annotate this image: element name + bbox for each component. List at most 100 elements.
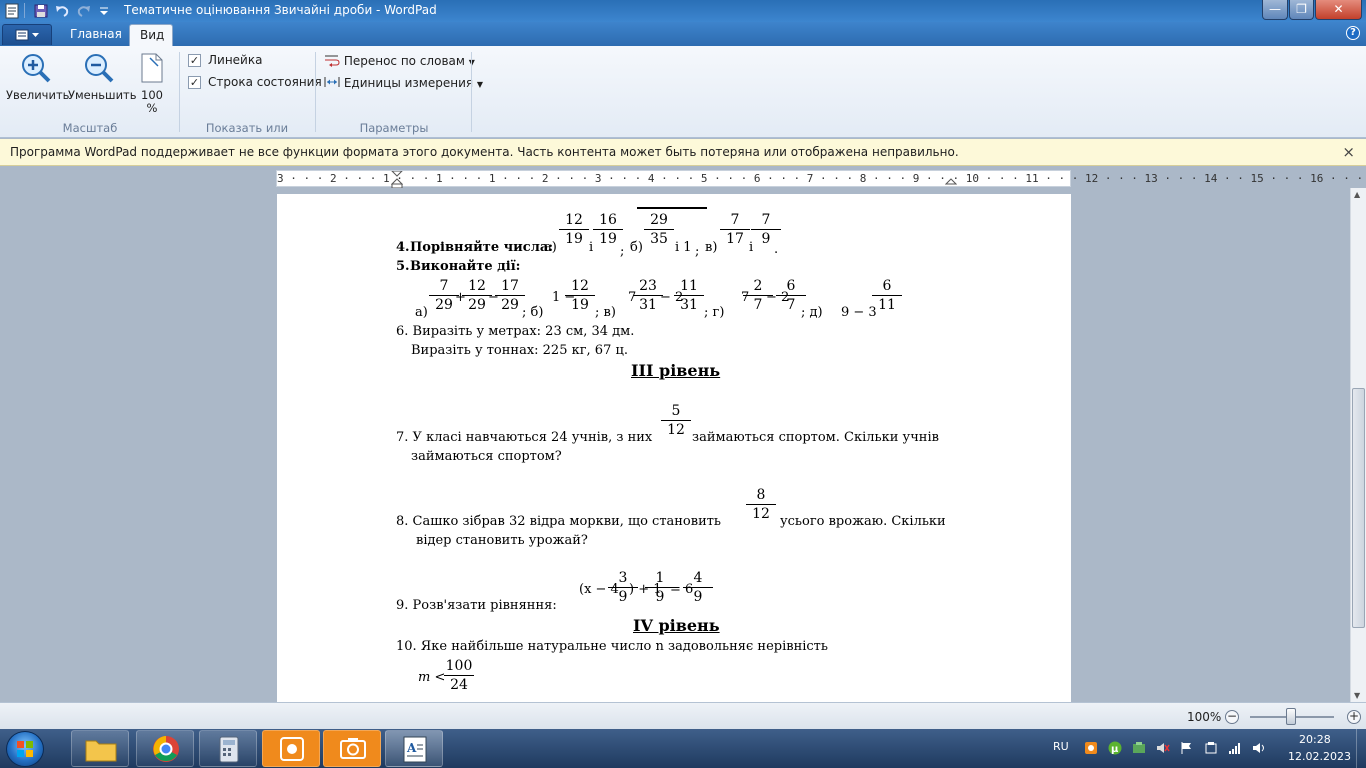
scrollbar-thumb[interactable] [1352, 388, 1365, 628]
zoom-in-button[interactable]: Увеличить [6, 52, 70, 102]
fraction: 6 11 [872, 278, 902, 314]
tab-view[interactable]: Вид [129, 24, 173, 46]
chrome-icon [153, 736, 179, 762]
document-page[interactable]: 4. Порівняйте числа: а) 12 19 і 16 19 ; б)… [277, 194, 1071, 702]
fraction: 49 [683, 570, 713, 606]
maximize-button[interactable]: ❐ [1289, 0, 1314, 20]
start-button[interactable] [6, 731, 44, 767]
zoom-in-label: Увеличить [6, 88, 70, 102]
q4-a: а) [544, 240, 557, 255]
qat-customize-icon[interactable] [96, 3, 112, 19]
taskbar-screenshot-app[interactable] [323, 730, 381, 767]
zoom-out-button[interactable]: Уменьшить [68, 52, 137, 102]
document-area[interactable]: 4. Порівняйте числа: а) 12 19 і 16 19 ; б)… [0, 188, 1350, 702]
q5-b: ; б) [522, 305, 544, 320]
taskbar: A RU μ 20:28 12.02.2023 [0, 729, 1366, 768]
clock-date[interactable]: 12.02.2023 [1288, 750, 1351, 763]
volume-icon[interactable] [1252, 741, 1266, 755]
tray-orange-icon[interactable] [1084, 741, 1098, 755]
undo-icon[interactable] [54, 3, 70, 19]
zoom-100-label: 100 % [141, 88, 163, 115]
folder-icon [85, 740, 117, 762]
warning-close-icon[interactable]: × [1342, 143, 1355, 161]
q5-text: Виконайте дії: [410, 259, 521, 274]
wordpad-app-icon[interactable] [4, 3, 20, 19]
q6-line1: 6. Виразіть у метрах: 23 см, 34 дм. [396, 324, 635, 339]
warning-message: Программа WordPad поддерживает не все фу… [10, 145, 959, 159]
fraction: 12 19 [559, 212, 589, 248]
file-menu-icon [15, 29, 39, 41]
units-label: Единицы измерения [343, 76, 474, 90]
vertical-scrollbar[interactable]: ▲ ▼ [1350, 188, 1366, 702]
wordpad-icon: A [403, 736, 427, 763]
level-4-heading: IV рівень [633, 616, 720, 635]
fraction: 7 17 [720, 212, 750, 248]
ruler[interactable]: 3 · · · 2 · · · 1 · · · 1 · · · 1 · · · … [276, 170, 1363, 188]
zoom-100-button[interactable]: 100 % [135, 52, 169, 115]
q8-line1-start: 8. Сашко зібрав 32 відра моркви, що стан… [396, 514, 722, 529]
units-icon [324, 77, 340, 87]
chevron-down-icon: ▼ [476, 80, 484, 89]
redo-icon[interactable] [76, 3, 92, 19]
taskbar-wordpad[interactable]: A [385, 730, 443, 767]
q4-v: в) [705, 240, 718, 255]
q7-line1-start: 7. У класі навчаються 24 учнів, з них [396, 430, 653, 445]
level-3-heading: ІІІ рівень [631, 361, 721, 380]
camera-icon [340, 738, 366, 759]
ruler-checkbox[interactable]: ✓ [188, 54, 201, 67]
file-menu-button[interactable] [2, 24, 52, 45]
network-signal-icon[interactable] [1228, 741, 1242, 755]
zoom-out-small-button[interactable]: − [1225, 710, 1239, 724]
q4-semicolon: ; [620, 244, 625, 259]
minimize-button[interactable]: — [1262, 0, 1288, 20]
language-indicator[interactable]: RU [1053, 740, 1069, 753]
ribbon-tab-row: Главная Вид ? [0, 22, 1366, 46]
right-indent-marker-icon[interactable] [945, 171, 957, 188]
zoom-slider-thumb[interactable] [1286, 708, 1296, 725]
speaker-muted-icon[interactable] [1156, 741, 1170, 755]
svg-text:A: A [406, 741, 417, 755]
zoom-in-small-button[interactable]: + [1347, 710, 1361, 724]
units-dropdown[interactable]: Единицы измерения ▼ [324, 75, 483, 90]
group-label-params: Параметры [359, 121, 429, 135]
left-indent-marker-icon[interactable] [391, 171, 403, 188]
q4-semicolon: ; [695, 244, 700, 259]
q4-dot: . [774, 242, 779, 257]
statusbar-checkbox[interactable]: ✓ [188, 76, 201, 89]
show-desktop-button[interactable] [1356, 729, 1366, 768]
word-wrap-icon [325, 55, 340, 67]
scroll-up-icon[interactable]: ▲ [1354, 190, 1360, 199]
group-label-scale: Масштаб [62, 121, 118, 135]
q5-a: а) [415, 305, 428, 320]
svg-text:μ: μ [1111, 744, 1119, 755]
q7-line2: займаються спортом? [411, 449, 562, 464]
device-icon[interactable] [1204, 741, 1218, 755]
zoom-in-icon [22, 54, 51, 83]
group-separator [471, 52, 472, 132]
word-wrap-dropdown[interactable]: Перенос по словам ▼ [324, 53, 475, 68]
fraction: 12 19 [565, 278, 595, 314]
ribbon-view: Увеличить Уменьшить 100 % Масштаб ✓ Лине… [0, 46, 1366, 149]
action-center-flag-icon[interactable] [1180, 741, 1194, 755]
zoom-level: 100% [1187, 710, 1222, 724]
taskbar-calculator[interactable] [199, 730, 257, 767]
taskbar-chrome[interactable] [136, 730, 194, 767]
taskbar-app-orange[interactable] [262, 730, 320, 767]
zoom-100-icon [141, 53, 163, 83]
title-bar: Тематичне оцінювання Звичайні дроби - Wo… [0, 0, 1366, 22]
utorrent-icon[interactable]: μ [1108, 741, 1122, 755]
save-icon[interactable] [33, 3, 49, 19]
help-icon[interactable]: ? [1346, 26, 1360, 40]
compatibility-warning-bar: Программа WordPad поддерживает не все фу… [0, 139, 1366, 166]
clock-time[interactable]: 20:28 [1299, 733, 1331, 746]
tab-home[interactable]: Главная [60, 24, 132, 46]
scroll-down-icon[interactable]: ▼ [1354, 691, 1360, 700]
q10-line1: 10. Яке найбільше натуральне число n зад… [396, 639, 828, 654]
window-title: Тематичне оцінювання Звичайні дроби - Wo… [124, 3, 437, 17]
taskbar-explorer[interactable] [71, 730, 129, 767]
tray-app-icon[interactable] [1132, 741, 1146, 755]
word-wrap-label: Перенос по словам [343, 54, 465, 68]
fraction: 5 12 [661, 403, 691, 439]
fraction: 16 19 [593, 212, 623, 248]
close-button[interactable]: ✕ [1315, 0, 1362, 20]
